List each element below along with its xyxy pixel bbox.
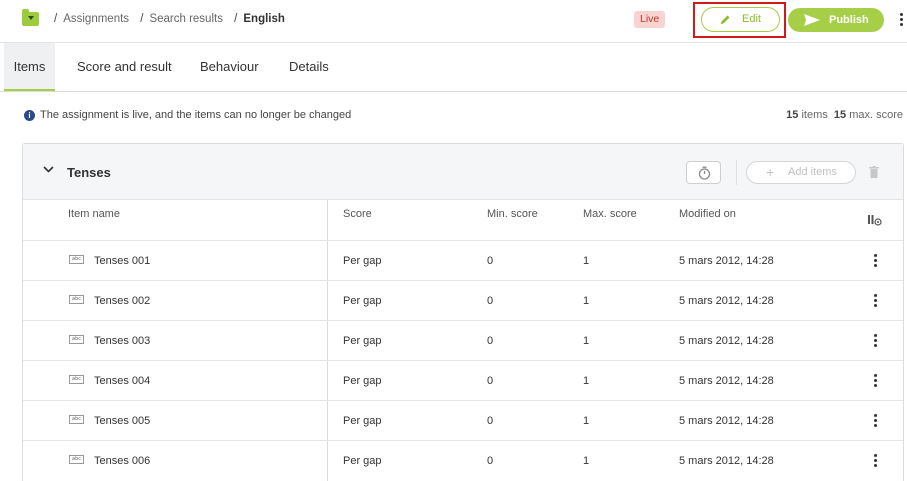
- tab-bar: Items Score and result Behaviour Details: [0, 43, 907, 92]
- info-text: The assignment is live, and the items ca…: [40, 109, 352, 121]
- cell-modified-on: 5 mars 2012, 14:28: [679, 335, 774, 347]
- table-row[interactable]: abc Tenses 004 Per gap 0 1 5 mars 2012, 14:28: [23, 360, 903, 400]
- more-menu-icon[interactable]: [900, 13, 904, 27]
- cell-min-score: 0: [487, 455, 494, 467]
- cell-max-score: 1: [583, 255, 590, 267]
- edit-button-label: Edit: [742, 13, 761, 25]
- cell-min-score: 0: [487, 415, 494, 427]
- row-menu-icon[interactable]: [874, 254, 877, 269]
- text-entry-icon: abc: [69, 415, 84, 424]
- items-count: 15: [786, 109, 799, 121]
- cell-score: Per gap: [343, 415, 382, 427]
- plus-icon: +: [766, 164, 775, 180]
- cell-score: Per gap: [343, 295, 382, 307]
- cell-score: Per gap: [343, 255, 382, 267]
- send-icon: [804, 14, 820, 26]
- column-header-score[interactable]: Score: [343, 208, 372, 220]
- items-label: items: [801, 109, 828, 121]
- chevron-down-icon[interactable]: [43, 166, 54, 173]
- cell-item-name[interactable]: Tenses 003: [94, 335, 150, 347]
- table-row[interactable]: abc Tenses 005 Per gap 0 1 5 mars 2012, 14:28: [23, 400, 903, 440]
- table-row[interactable]: abc Tenses 003 Per gap 0 1 5 mars 2012, 14:28: [23, 320, 903, 360]
- breadcrumb-current: English: [243, 13, 285, 25]
- divider: [736, 160, 737, 185]
- status-badge: Live: [634, 11, 666, 28]
- cell-item-name[interactable]: Tenses 001: [94, 255, 150, 267]
- cell-min-score: 0: [487, 255, 494, 267]
- cell-modified-on: 5 mars 2012, 14:28: [679, 455, 774, 467]
- add-items-button[interactable]: + Add items: [746, 161, 856, 184]
- max-score-label: max. score: [849, 109, 903, 121]
- text-entry-icon: abc: [69, 295, 84, 304]
- section-header: Tenses + Add items: [23, 144, 903, 200]
- edit-button[interactable]: Edit: [701, 7, 780, 32]
- tab-score-and-result[interactable]: Score and result: [77, 43, 172, 91]
- section-title: Tenses: [67, 165, 111, 180]
- cell-item-name[interactable]: Tenses 005: [94, 415, 150, 427]
- breadcrumb-item-assignments[interactable]: Assignments: [63, 13, 129, 25]
- cell-score: Per gap: [343, 335, 382, 347]
- text-entry-icon: abc: [69, 255, 84, 264]
- column-header-modified-on[interactable]: Modified on: [679, 208, 736, 220]
- column-header-max-score[interactable]: Max. score: [583, 208, 637, 220]
- row-menu-icon[interactable]: [874, 374, 877, 389]
- cell-max-score: 1: [583, 455, 590, 467]
- item-counts: 15 items 15 max. score: [786, 109, 903, 121]
- table-row[interactable]: abc Tenses 002 Per gap 0 1 5 mars 2012, 14:28: [23, 280, 903, 320]
- cell-modified-on: 5 mars 2012, 14:28: [679, 375, 774, 387]
- cell-max-score: 1: [583, 335, 590, 347]
- add-items-label: Add items: [788, 166, 837, 178]
- text-entry-icon: abc: [69, 335, 84, 344]
- table-row[interactable]: abc Tenses 006 Per gap 0 1 5 mars 2012, 14:28: [23, 440, 903, 480]
- column-header-min-score[interactable]: Min. score: [487, 208, 538, 220]
- timer-button[interactable]: [686, 161, 721, 184]
- cell-min-score: 0: [487, 295, 494, 307]
- folder-icon[interactable]: [22, 9, 39, 26]
- section-panel: Tenses + Add items Item name Score Min. …: [22, 143, 904, 481]
- cell-min-score: 0: [487, 335, 494, 347]
- cell-score: Per gap: [343, 455, 382, 467]
- max-score-count: 15: [833, 109, 847, 121]
- table-row[interactable]: abc Tenses 001 Per gap 0 1 5 mars 2012, 14:28: [23, 240, 903, 280]
- cell-item-name[interactable]: Tenses 006: [94, 455, 150, 467]
- top-bar: / Assignments / Search results / English Li…: [0, 0, 907, 43]
- cell-modified-on: 5 mars 2012, 14:28: [679, 415, 774, 427]
- row-menu-icon[interactable]: [874, 294, 877, 309]
- tab-details[interactable]: Details: [289, 43, 329, 91]
- cell-modified-on: 5 mars 2012, 14:28: [679, 295, 774, 307]
- text-entry-icon: abc: [69, 375, 84, 384]
- cell-modified-on: 5 mars 2012, 14:28: [679, 255, 774, 267]
- row-menu-icon[interactable]: [874, 414, 877, 429]
- trash-icon[interactable]: [869, 166, 879, 178]
- cell-min-score: 0: [487, 375, 494, 387]
- breadcrumb: / Assignments / Search results / English: [54, 13, 285, 25]
- cell-max-score: 1: [583, 415, 590, 427]
- info-icon: i: [24, 110, 35, 121]
- publish-button[interactable]: Publish: [788, 8, 884, 32]
- breadcrumb-item-search-results[interactable]: Search results: [149, 13, 223, 25]
- text-entry-icon: abc: [69, 455, 84, 464]
- row-menu-icon[interactable]: [874, 334, 877, 349]
- tab-items[interactable]: Items: [4, 43, 55, 91]
- row-menu-icon[interactable]: [874, 454, 877, 469]
- column-header-item-name[interactable]: Item name: [68, 208, 120, 220]
- cell-max-score: 1: [583, 375, 590, 387]
- cell-max-score: 1: [583, 295, 590, 307]
- pencil-icon: [721, 15, 730, 24]
- tab-behaviour[interactable]: Behaviour: [200, 43, 259, 91]
- cell-item-name[interactable]: Tenses 004: [94, 375, 150, 387]
- column-settings-icon[interactable]: [868, 215, 882, 226]
- stopwatch-icon: [698, 166, 711, 180]
- cell-score: Per gap: [343, 375, 382, 387]
- publish-button-label: Publish: [829, 14, 869, 26]
- cell-item-name[interactable]: Tenses 002: [94, 295, 150, 307]
